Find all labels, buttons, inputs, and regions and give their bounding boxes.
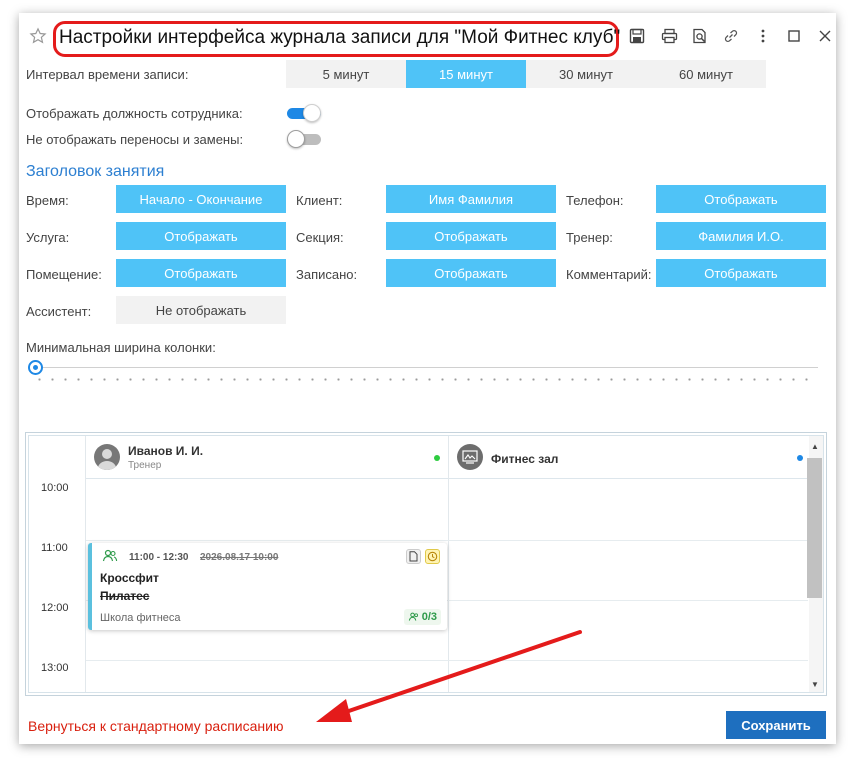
field-value-phone[interactable]: Отображать [656,185,826,213]
window-title: Настройки интерфейса журнала записи для … [59,27,621,48]
schedule-preview: Иванов И. И. Тренер Фитнес зал 10:00 11:… [25,432,827,696]
document-icon[interactable] [406,549,421,564]
lesson-header-section-title: Заголовок занятия [26,163,165,180]
column-header-trainer: Иванов И. И. Тренер [86,436,448,479]
settings-window: Настройки интерфейса журнала записи для … [19,13,836,744]
field-label-service: Услуга: [26,230,70,245]
event-title: Кроссфит [100,571,159,585]
interval-label: Интервал времени записи: [26,67,189,82]
save-icon[interactable] [628,27,646,45]
field-value-room[interactable]: Отображать [116,259,286,287]
link-icon[interactable] [722,27,740,45]
field-value-section[interactable]: Отображать [386,222,556,250]
column-width-slider-track[interactable] [33,367,818,368]
scroll-down-icon[interactable]: ▼ [808,677,822,691]
more-menu-icon[interactable] [754,27,772,45]
show-position-label: Отображать должность сотрудника: [26,106,243,121]
field-value-client[interactable]: Имя Фамилия [386,185,556,213]
trainer-name: Иванов И. И. [128,444,204,458]
field-label-phone: Телефон: [566,193,624,208]
back-to-standard-schedule-link[interactable]: Вернуться к стандартному расписанию [28,718,283,734]
event-time: 11:00 - 12:30 [129,552,189,563]
hide-transfers-label: Не отображать переносы и замены: [26,132,244,147]
interval-option-15[interactable]: 15 минут [406,60,526,88]
column-width-label: Минимальная ширина колонки: [26,340,216,355]
field-value-time[interactable]: Начало - Окончание [116,185,286,213]
event-club: Школа фитнеса [100,612,181,624]
field-label-client: Клиент: [296,193,343,208]
field-label-section: Секция: [296,230,344,245]
time-label-11: 11:00 [41,542,68,554]
close-icon[interactable] [816,27,834,45]
clock-icon[interactable] [425,549,440,564]
trainer-status-dot [434,455,440,461]
interval-option-60[interactable]: 60 минут [646,60,766,88]
room-name: Фитнес зал [491,452,559,466]
field-value-trainer[interactable]: Фамилия И.О. [656,222,826,250]
show-position-toggle[interactable] [287,104,321,122]
time-label-10: 10:00 [41,482,69,494]
preview-icon[interactable] [691,27,709,45]
schedule-event-card[interactable]: 11:00 - 12:30 2026.08.17 10:00 Кроссфит … [88,543,447,630]
event-old-time: 2026.08.17 10:00 [200,552,279,563]
event-count: 0/3 [421,611,437,623]
scroll-up-icon[interactable]: ▲ [808,439,822,453]
field-value-assistant[interactable]: Не отображать [116,296,286,324]
interval-option-30[interactable]: 30 минут [526,60,646,88]
save-button[interactable]: Сохранить [726,711,826,739]
schedule-scrollbar-thumb[interactable] [807,458,822,598]
time-label-12: 12:00 [41,602,69,614]
group-icon [102,549,118,563]
fitness-room-icon [457,444,483,470]
hide-transfers-toggle[interactable] [287,130,321,148]
field-value-booked[interactable]: Отображать [386,259,556,287]
room-status-dot [797,455,803,461]
favorite-star-icon[interactable] [29,27,47,45]
field-label-trainer: Тренер: [566,230,613,245]
trainer-position: Тренер [128,460,162,471]
field-label-room: Помещение: [26,267,102,282]
field-label-time: Время: [26,193,69,208]
avatar [94,444,120,470]
field-label-booked: Записано: [296,267,358,282]
column-header-room: Фитнес зал [449,436,809,479]
field-label-comment: Комментарий: [566,267,652,282]
maximize-icon[interactable] [785,27,803,45]
field-value-comment[interactable]: Отображать [656,259,826,287]
column-width-slider-handle[interactable] [28,360,43,375]
field-value-service[interactable]: Отображать [116,222,286,250]
time-label-13: 13:00 [41,662,69,674]
interval-option-5[interactable]: 5 минут [286,60,406,88]
column-width-slider-ticks [33,378,818,381]
print-icon[interactable] [660,27,678,45]
event-attendance-badge: 0/3 [403,609,441,625]
event-old-title: Пилатес [100,589,150,603]
field-label-assistant: Ассистент: [26,304,92,319]
